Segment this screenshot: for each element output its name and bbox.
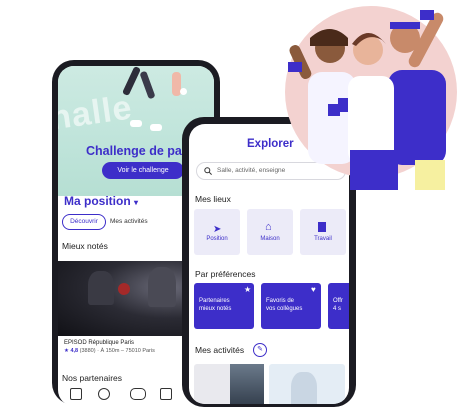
home-icon: ⌂ bbox=[265, 221, 272, 233]
activity-photo bbox=[230, 364, 264, 404]
chevron-down-icon: ▾ bbox=[134, 198, 139, 207]
star-icon: ★ bbox=[64, 348, 69, 354]
activity-photo bbox=[291, 372, 317, 404]
tab-my-activities[interactable]: Mes activités bbox=[110, 215, 148, 229]
runner-illustration bbox=[121, 66, 142, 97]
preference-label: Offr 4 s bbox=[333, 297, 343, 313]
bell-icon[interactable] bbox=[180, 88, 187, 95]
preference-line: Offr bbox=[333, 298, 343, 304]
runner-illustration bbox=[139, 70, 156, 100]
best-rated-title: Mieux notés bbox=[62, 241, 108, 251]
activity-card[interactable] bbox=[269, 364, 345, 404]
place-tile-position[interactable]: ➤ Position bbox=[194, 209, 240, 255]
boxer-illustration bbox=[148, 267, 176, 307]
preferences-title: Par préférences bbox=[195, 269, 256, 279]
boxing-glove-icon bbox=[118, 283, 130, 295]
activity-card[interactable] bbox=[194, 364, 264, 404]
hero-background-text: nalle bbox=[58, 88, 135, 138]
place-label: Travail bbox=[314, 236, 332, 242]
edit-pencil-icon[interactable]: ✎ bbox=[253, 343, 267, 357]
boxer-illustration bbox=[88, 271, 114, 305]
place-label: Maison bbox=[260, 236, 280, 242]
preference-line: mieux notés bbox=[199, 306, 232, 312]
preference-tile-colleague-favorites[interactable]: ♥ Favoris de vos collègues bbox=[261, 283, 321, 329]
preference-line: Partenaires bbox=[199, 298, 230, 304]
building-icon bbox=[318, 222, 326, 232]
preference-label: Partenaires mieux notés bbox=[199, 297, 231, 313]
home-icon[interactable] bbox=[70, 388, 82, 400]
position-title[interactable]: Ma position ▾ bbox=[64, 194, 138, 208]
sneaker-icon bbox=[150, 124, 162, 131]
place-tile-home[interactable]: ⌂ Maison bbox=[247, 209, 293, 255]
preference-line: 4 s bbox=[333, 306, 342, 312]
place-label: Position bbox=[206, 236, 228, 242]
my-activities-title: Mes activités bbox=[195, 345, 245, 355]
sneaker-icon bbox=[130, 120, 142, 127]
search-icon[interactable] bbox=[98, 388, 110, 400]
tab-discover[interactable]: Découvrir bbox=[62, 214, 106, 230]
preference-label: Favoris de vos collègues bbox=[266, 297, 302, 313]
celebrating-people-illustration bbox=[288, 10, 446, 190]
heart-icon: ♥ bbox=[311, 285, 316, 294]
search-icon bbox=[204, 167, 212, 175]
calendar-icon[interactable] bbox=[160, 388, 172, 400]
rating-details: (3880) · À 150m – 75010 Paris bbox=[79, 348, 155, 354]
preference-line: vos collègues bbox=[266, 306, 303, 312]
challenge-title: Challenge de pas bbox=[86, 144, 189, 158]
partners-title: Nos partenaires bbox=[62, 373, 123, 383]
position-label: Ma position bbox=[64, 194, 131, 208]
my-places-title: Mes lieux bbox=[195, 194, 231, 204]
place-tile-work[interactable]: Travail bbox=[300, 209, 346, 255]
rating-value: 4,8 bbox=[70, 348, 79, 354]
gym-card-meta: ★ 4,8 (3880) · À 150m – 75010 Paris bbox=[64, 348, 155, 354]
activity-icon[interactable] bbox=[130, 388, 146, 400]
preference-line: Favoris de bbox=[266, 298, 295, 304]
preference-tile-top-rated[interactable]: ★ Partenaires mieux notés bbox=[194, 283, 254, 329]
view-challenge-button[interactable]: Voir le challenge bbox=[102, 162, 184, 179]
gym-card-name: EPISOD République Paris bbox=[64, 340, 135, 346]
star-icon: ★ bbox=[244, 285, 252, 294]
location-arrow-icon: ➤ bbox=[213, 224, 222, 235]
preference-tile-offers[interactable]: Offr 4 s bbox=[328, 283, 349, 329]
